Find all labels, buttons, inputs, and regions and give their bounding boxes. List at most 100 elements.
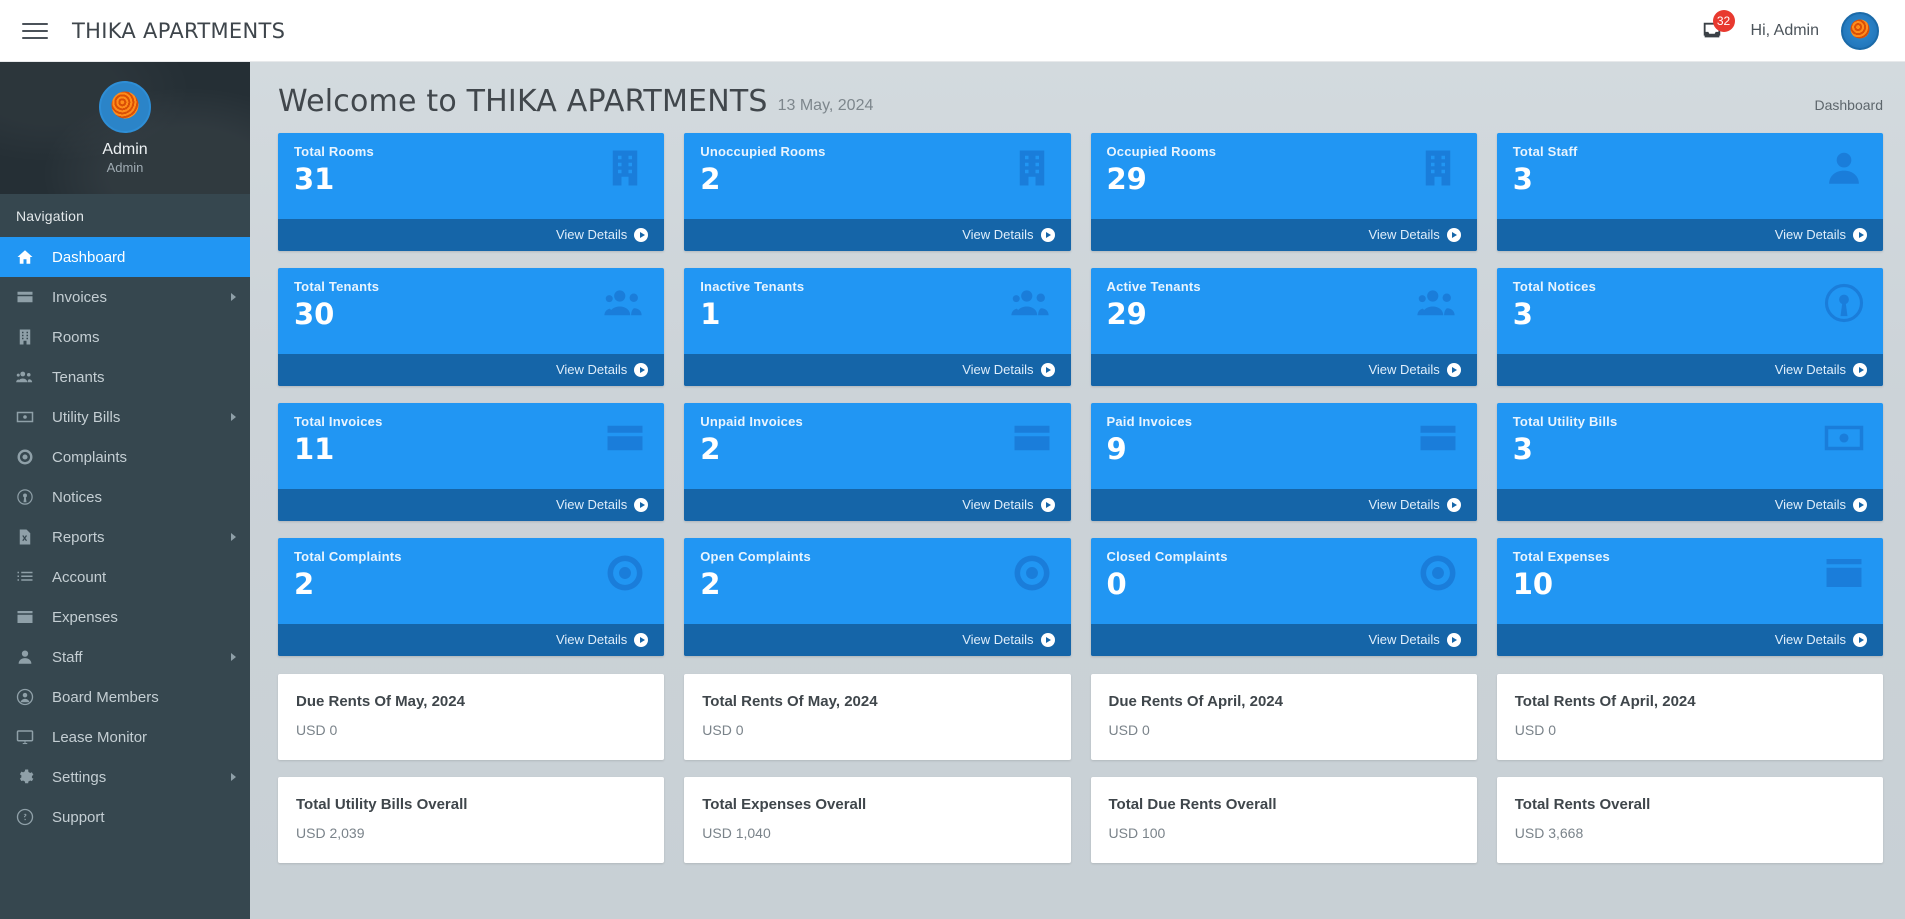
file-excel-icon <box>16 526 42 548</box>
view-details-link[interactable]: View Details <box>1090 624 1477 656</box>
stat-card[interactable]: Total Expenses 10 View Details <box>1496 538 1883 656</box>
sidebar-item-notices[interactable]: Notices <box>0 477 250 517</box>
breadcrumb: Dashboard <box>1814 97 1884 113</box>
stat-card[interactable]: Total Tenants 30 View Details <box>278 268 665 386</box>
sidebar-item-expenses[interactable]: Expenses <box>0 597 250 637</box>
view-details-link[interactable]: View Details <box>1496 219 1883 251</box>
summary-card-title: Total Rents Of May, 2024 <box>702 693 878 710</box>
sidebar-item-settings[interactable]: Settings <box>0 757 250 797</box>
view-details-link[interactable]: View Details <box>1496 354 1883 386</box>
sidebar-item-label: Complaints <box>52 448 128 466</box>
users-icon <box>1417 282 1459 329</box>
stat-card-label: Total Notices <box>1512 279 1597 294</box>
view-details-link[interactable]: View Details <box>278 489 665 521</box>
stat-card[interactable]: Total Staff 3 View Details <box>1496 133 1883 251</box>
sidebar-item-board-members[interactable]: Board Members <box>0 677 250 717</box>
stat-card[interactable]: Total Notices 3 View Details <box>1496 268 1883 386</box>
sidebar-avatar[interactable] <box>99 81 151 133</box>
view-details-label: View Details <box>555 632 628 647</box>
summary-card: Total Rents Of April, 2024 USD 0 <box>1496 674 1883 760</box>
summary-card: Due Rents Of May, 2024 USD 0 <box>278 674 665 760</box>
stat-card[interactable]: Total Utility Bills 3 View Details <box>1496 403 1883 521</box>
app-root: THIKA APARTMENTS 32 Hi, Admin Admin Admi… <box>0 0 1905 919</box>
main-content: Welcome to THIKA APARTMENTS 13 May, 2024… <box>250 62 1905 919</box>
stat-card[interactable]: Closed Complaints 0 View Details <box>1090 538 1477 656</box>
view-details-link[interactable]: View Details <box>278 354 665 386</box>
gear-icon <box>16 766 42 788</box>
stat-card[interactable]: Total Rooms 31 View Details <box>278 133 665 251</box>
user-greeting: Hi, Admin <box>1750 21 1819 39</box>
view-details-link[interactable]: View Details <box>278 624 665 656</box>
summary-card: Total Due Rents Overall USD 100 <box>1090 777 1477 863</box>
sidebar-item-reports[interactable]: Reports <box>0 517 250 557</box>
sidebar-item-staff[interactable]: Staff <box>0 637 250 677</box>
stat-card-grid: Total Rooms 31 View Details Unoccupied R… <box>278 133 1883 656</box>
sidebar-item-dashboard[interactable]: Dashboard <box>0 237 250 277</box>
stat-card-value: 2 <box>700 567 721 601</box>
stat-card[interactable]: Open Complaints 2 View Details <box>684 538 1071 656</box>
summary-card-value: USD 0 <box>1108 722 1150 738</box>
stat-card-label: Total Complaints <box>294 549 402 564</box>
hamburger-icon[interactable] <box>18 14 52 48</box>
view-details-link[interactable]: View Details <box>684 219 1071 251</box>
view-details-label: View Details <box>962 632 1034 647</box>
arrow-right-icon <box>1446 497 1461 512</box>
view-details-label: View Details <box>1774 632 1846 647</box>
stat-card[interactable]: Unpaid Invoices 2 View Details <box>684 403 1071 521</box>
sidebar-profile-role: Admin <box>106 160 144 175</box>
sidebar-item-support[interactable]: Support <box>0 797 250 837</box>
stat-card-label: Total Staff <box>1512 144 1578 159</box>
sidebar-item-label: Lease Monitor <box>52 728 148 746</box>
stat-card-value: 0 <box>1106 567 1127 601</box>
broadcast-icon <box>16 486 42 508</box>
sidebar-item-account[interactable]: Account <box>0 557 250 597</box>
monitor-icon <box>16 726 42 748</box>
view-details-link[interactable]: View Details <box>1496 624 1883 656</box>
view-details-link[interactable]: View Details <box>1090 489 1477 521</box>
view-details-link[interactable]: View Details <box>278 219 665 251</box>
stat-card[interactable]: Inactive Tenants 1 View Details <box>684 268 1071 386</box>
stat-card-label: Closed Complaints <box>1106 549 1228 564</box>
sidebar-item-tenants[interactable]: Tenants <box>0 357 250 397</box>
view-details-link[interactable]: View Details <box>1090 354 1477 386</box>
list-icon <box>16 566 42 588</box>
stat-card[interactable]: Unoccupied Rooms 2 View Details <box>684 133 1071 251</box>
stat-card-body: Total Staff 3 <box>1497 133 1883 219</box>
building-icon <box>16 326 42 348</box>
life-ring-icon <box>16 446 42 468</box>
summary-card-title: Total Due Rents Overall <box>1108 796 1277 813</box>
sidebar-item-rooms[interactable]: Rooms <box>0 317 250 357</box>
view-details-link[interactable]: View Details <box>684 354 1071 386</box>
summary-card-title: Total Utility Bills Overall <box>296 796 468 813</box>
sidebar-item-utility-bills[interactable]: Utility Bills <box>0 397 250 437</box>
stat-card[interactable]: Total Complaints 2 View Details <box>278 538 665 656</box>
notifications-button[interactable]: 32 <box>1695 9 1735 48</box>
home-icon <box>16 246 42 268</box>
sidebar-item-complaints[interactable]: Complaints <box>0 437 250 477</box>
stat-card[interactable]: Total Invoices 11 View Details <box>278 403 665 521</box>
stat-card-body: Total Utility Bills 3 <box>1497 403 1883 489</box>
stat-card[interactable]: Paid Invoices 9 View Details <box>1090 403 1477 521</box>
view-details-link[interactable]: View Details <box>1496 489 1883 521</box>
stat-card-label: Unoccupied Rooms <box>700 144 826 159</box>
user-circle-icon <box>16 686 42 708</box>
app-brand-title: THIKA APARTMENTS <box>72 18 286 43</box>
arrow-right-icon <box>1853 497 1867 512</box>
summary-card-value: USD 0 <box>296 722 338 738</box>
sidebar-item-label: Tenants <box>52 368 105 386</box>
sidebar-item-invoices[interactable]: Invoices <box>0 277 250 317</box>
view-details-link[interactable]: View Details <box>684 489 1071 521</box>
view-details-label: View Details <box>1368 362 1440 377</box>
avatar[interactable] <box>1841 11 1879 50</box>
stat-card[interactable]: Occupied Rooms 29 View Details <box>1090 133 1477 251</box>
stat-card[interactable]: Active Tenants 29 View Details <box>1090 268 1477 386</box>
sidebar-item-lease-monitor[interactable]: Lease Monitor <box>0 717 250 757</box>
view-details-label: View Details <box>962 497 1034 512</box>
stat-card-value: 11 <box>294 432 335 466</box>
body-wrapper: Admin Admin Navigation Dashboard Invoice… <box>0 62 1905 919</box>
view-details-link[interactable]: View Details <box>684 624 1071 656</box>
users-icon <box>604 282 646 329</box>
view-details-link[interactable]: View Details <box>1090 219 1477 251</box>
summary-card-value: USD 3,668 <box>1514 825 1584 841</box>
summary-card: Total Rents Overall USD 3,668 <box>1496 777 1883 863</box>
